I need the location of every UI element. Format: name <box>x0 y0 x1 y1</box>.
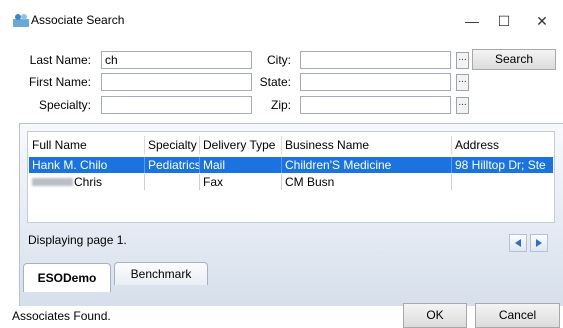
column-header-address[interactable]: Address <box>452 136 553 154</box>
city-label: City: <box>267 53 291 67</box>
cell-specialty <box>145 174 200 190</box>
minimize-button[interactable]: — <box>457 8 487 34</box>
zip-lookup-button[interactable]: ... <box>456 97 469 114</box>
people-icon <box>13 14 29 27</box>
column-header-full-name[interactable]: Full Name <box>29 136 145 154</box>
specialty-label: Specialty: <box>38 98 91 112</box>
city-lookup-button[interactable]: ... <box>456 52 469 69</box>
table-row[interactable]: Chris Fax CM Busn <box>29 174 553 190</box>
state-input[interactable] <box>300 73 451 91</box>
cell-full-name: Chris <box>29 174 145 190</box>
cell-delivery-type: Fax <box>200 174 282 190</box>
first-name-input[interactable] <box>101 73 252 91</box>
last-name-input[interactable]: ch <box>101 51 252 69</box>
redacted-text <box>32 178 73 186</box>
last-name-label: Last Name: <box>29 53 91 67</box>
cancel-button[interactable]: Cancel <box>475 303 560 328</box>
title-bar: Associate Search — ☐ ✕ <box>0 0 563 38</box>
table-row[interactable]: Hank M. Chilo Pediatrics Mail Children'S… <box>29 157 553 173</box>
zip-label: Zip: <box>270 98 291 112</box>
next-page-button[interactable] <box>530 234 548 252</box>
specialty-input[interactable] <box>101 96 252 114</box>
column-header-business-name[interactable]: Business Name <box>282 136 452 154</box>
zip-input[interactable] <box>300 96 451 114</box>
ok-button[interactable]: OK <box>403 303 467 328</box>
arrow-right-icon <box>536 239 542 247</box>
window-title: Associate Search <box>31 13 125 27</box>
tab-esodemo[interactable]: ESODemo <box>23 263 111 292</box>
maximize-button[interactable]: ☐ <box>489 8 519 34</box>
cell-address: 98 Hilltop Dr; Ste <box>455 158 546 172</box>
arrow-left-icon <box>515 239 521 247</box>
cell-business-name: Children'S Medicine <box>282 157 452 173</box>
cell-full-name: Hank M. Chilo <box>29 157 145 173</box>
state-label: State: <box>259 75 291 89</box>
city-input[interactable] <box>300 51 451 69</box>
column-header-specialty[interactable]: Specialty <box>145 136 200 154</box>
column-header-delivery-type[interactable]: Delivery Type <box>200 136 282 154</box>
status-text: Associates Found. <box>12 309 111 323</box>
tab-benchmark[interactable]: Benchmark <box>114 262 208 285</box>
close-button[interactable]: ✕ <box>527 8 557 34</box>
results-grid: Full Name Specialty Delivery Type Busine… <box>27 131 555 223</box>
state-lookup-button[interactable]: ... <box>456 74 469 91</box>
paging-status: Displaying page 1. <box>28 233 127 247</box>
first-name-label: First Name: <box>28 75 91 89</box>
full-name-text: Chris <box>74 175 103 189</box>
cell-address <box>452 174 553 190</box>
cell-business-name: CM Busn <box>282 174 452 190</box>
cell-delivery-type: Mail <box>200 157 282 173</box>
cell-specialty: Pediatrics <box>145 157 200 173</box>
search-button[interactable]: Search <box>472 49 556 70</box>
previous-page-button[interactable] <box>509 234 527 252</box>
